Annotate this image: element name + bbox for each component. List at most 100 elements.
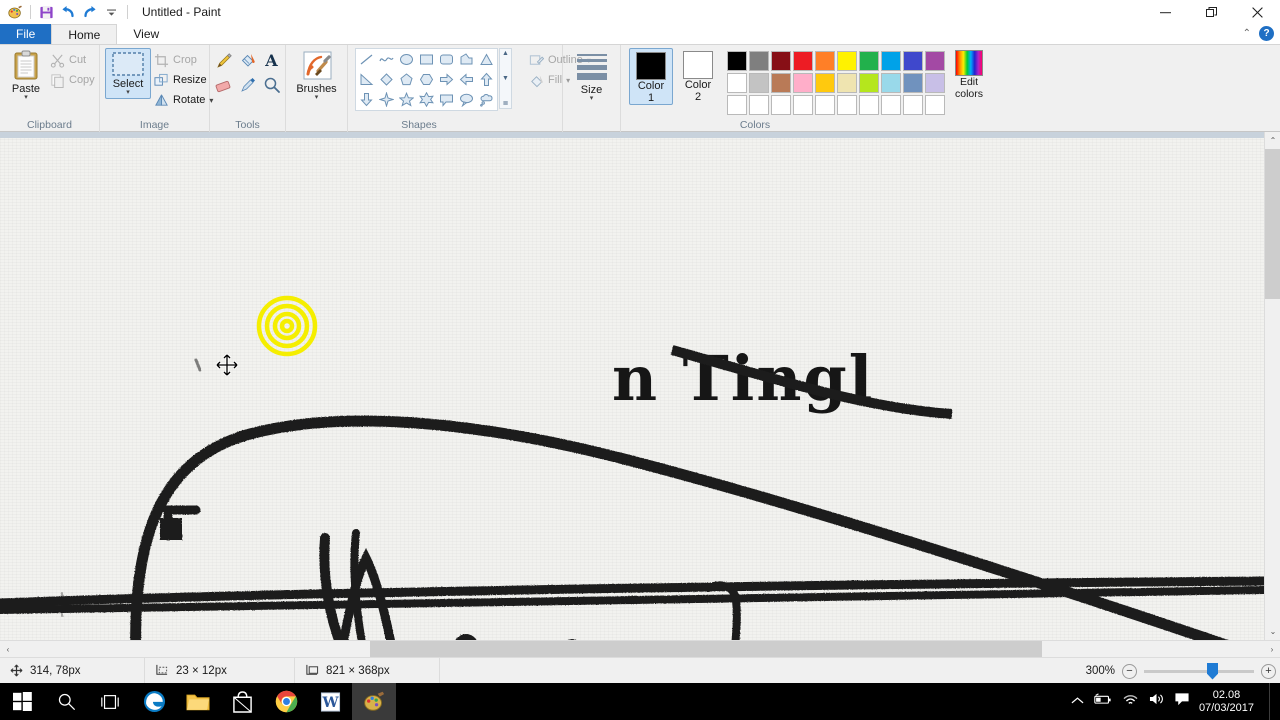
palette-swatch-r1-c8[interactable] (881, 51, 901, 71)
volume-icon[interactable] (1148, 692, 1165, 711)
eraser-icon[interactable] (213, 74, 235, 96)
scroll-right-button[interactable]: › (1264, 641, 1280, 658)
save-icon[interactable] (35, 1, 57, 23)
wifi-icon[interactable] (1122, 693, 1139, 711)
system-tray[interactable]: 02.08 07/03/2017 (1071, 683, 1280, 720)
shapes-more-icon[interactable]: ≣ (503, 99, 509, 107)
scroll-left-button[interactable]: ‹ (0, 641, 16, 658)
palette-swatch-r1-c3[interactable] (771, 51, 791, 71)
minimize-button[interactable] (1142, 0, 1188, 24)
paste-button[interactable]: Paste ▾ (5, 48, 47, 103)
right-triangle-shape[interactable] (357, 70, 376, 89)
polygon-shape[interactable] (457, 50, 476, 69)
rotate-button[interactable]: Rotate ▾ (151, 90, 216, 110)
paste-dropdown-icon[interactable]: ▾ (24, 94, 28, 101)
select-dropdown-icon[interactable]: ▾ (126, 89, 130, 96)
palette-swatch-r2-c4[interactable] (793, 73, 813, 93)
palette-swatch-r3-c3[interactable] (771, 95, 791, 115)
line-shape[interactable] (357, 50, 376, 69)
horizontal-scroll-thumb[interactable] (370, 641, 1042, 658)
vertical-scrollbar[interactable]: ⌃ ⌄ (1264, 132, 1280, 640)
palette-swatch-r3-c10[interactable] (925, 95, 945, 115)
pencil-icon[interactable] (213, 50, 235, 72)
palette-swatch-r3-c1[interactable] (727, 95, 747, 115)
close-button[interactable] (1234, 0, 1280, 24)
text-tool-icon[interactable]: A (261, 50, 283, 72)
color2-button[interactable]: Color 2 (677, 48, 719, 103)
edge-button[interactable] (132, 683, 176, 720)
redo-icon[interactable] (79, 1, 101, 23)
palette-swatch-r2-c8[interactable] (881, 73, 901, 93)
canvas-work-area[interactable]: n Tingl (0, 132, 1280, 659)
palette-swatch-r1-c1[interactable] (727, 51, 747, 71)
brushes-dropdown-icon[interactable]: ▾ (315, 94, 319, 101)
task-view-button[interactable] (88, 683, 132, 720)
maximize-button[interactable] (1188, 0, 1234, 24)
left-arrow-shape[interactable] (457, 70, 476, 89)
zoom-slider[interactable] (1144, 662, 1254, 680)
palette-swatch-r1-c10[interactable] (925, 51, 945, 71)
palette-swatch-r1-c4[interactable] (793, 51, 813, 71)
size-button[interactable]: Size ▾ (568, 48, 615, 104)
palette-swatch-r3-c6[interactable] (837, 95, 857, 115)
diamond-shape[interactable] (377, 70, 396, 89)
scroll-down-button[interactable]: ⌄ (1265, 623, 1280, 640)
color-palette[interactable] (727, 48, 945, 115)
store-button[interactable] (220, 683, 264, 720)
palette-swatch-r1-c5[interactable] (815, 51, 835, 71)
curve-shape[interactable] (377, 50, 396, 69)
image-canvas[interactable]: n Tingl (0, 138, 1264, 659)
palette-swatch-r2-c1[interactable] (727, 73, 747, 93)
tab-home[interactable]: Home (51, 24, 118, 44)
pentagon-shape[interactable] (397, 70, 416, 89)
palette-swatch-r2-c6[interactable] (837, 73, 857, 93)
palette-swatch-r2-c5[interactable] (815, 73, 835, 93)
rectangle-shape[interactable] (417, 50, 436, 69)
fill-bucket-icon[interactable] (237, 50, 259, 72)
palette-swatch-r2-c3[interactable] (771, 73, 791, 93)
palette-swatch-r2-c10[interactable] (925, 73, 945, 93)
down-arrow-shape[interactable] (357, 90, 376, 109)
up-arrow-shape[interactable] (477, 70, 496, 89)
edit-colors-button[interactable]: Edit colors (955, 48, 983, 100)
paint-button[interactable] (352, 683, 396, 720)
palette-swatch-r2-c7[interactable] (859, 73, 879, 93)
rounded-rectangle-shape[interactable] (437, 50, 456, 69)
cloud-callout-shape[interactable] (477, 90, 496, 109)
shapes-gallery-scroll[interactable]: ▲ ▼ ≣ (499, 48, 512, 109)
tab-view[interactable]: View (117, 24, 175, 44)
undo-icon[interactable] (57, 1, 79, 23)
search-button[interactable] (44, 683, 88, 720)
chrome-button[interactable] (264, 683, 308, 720)
customize-qat-icon[interactable] (101, 1, 123, 23)
show-hidden-icons[interactable] (1071, 693, 1084, 711)
select-button[interactable]: Select ▾ (105, 48, 151, 99)
help-icon[interactable]: ? (1259, 26, 1274, 41)
magnifier-icon[interactable] (261, 74, 283, 96)
shapes-scroll-down-icon[interactable]: ▼ (502, 75, 509, 82)
oval-callout-shape[interactable] (457, 90, 476, 109)
rounded-callout-shape[interactable] (437, 90, 456, 109)
brushes-button[interactable]: Brushes ▾ (291, 48, 343, 103)
zoom-out-button[interactable]: − (1122, 663, 1137, 679)
horizontal-scrollbar[interactable]: ‹ › (0, 640, 1280, 658)
palette-swatch-r3-c4[interactable] (793, 95, 813, 115)
taskbar-clock[interactable]: 02.08 07/03/2017 (1199, 689, 1254, 715)
color1-button[interactable]: Color 1 (629, 48, 673, 105)
paint-app-icon[interactable] (4, 1, 26, 23)
triangle-shape[interactable] (477, 50, 496, 69)
palette-swatch-r1-c6[interactable] (837, 51, 857, 71)
four-point-star-shape[interactable] (377, 90, 396, 109)
right-arrow-shape[interactable] (437, 70, 456, 89)
palette-swatch-r2-c2[interactable] (749, 73, 769, 93)
tab-file[interactable]: File (0, 24, 52, 44)
scroll-up-button[interactable]: ⌃ (1265, 132, 1280, 149)
collapse-ribbon-icon[interactable]: ⌃ (1243, 28, 1251, 39)
five-point-star-shape[interactable] (397, 90, 416, 109)
show-desktop-button[interactable] (1269, 683, 1272, 720)
palette-swatch-r3-c7[interactable] (859, 95, 879, 115)
palette-swatch-r1-c7[interactable] (859, 51, 879, 71)
palette-swatch-r2-c9[interactable] (903, 73, 923, 93)
resize-button[interactable]: Resize (151, 70, 216, 90)
palette-swatch-r1-c2[interactable] (749, 51, 769, 71)
